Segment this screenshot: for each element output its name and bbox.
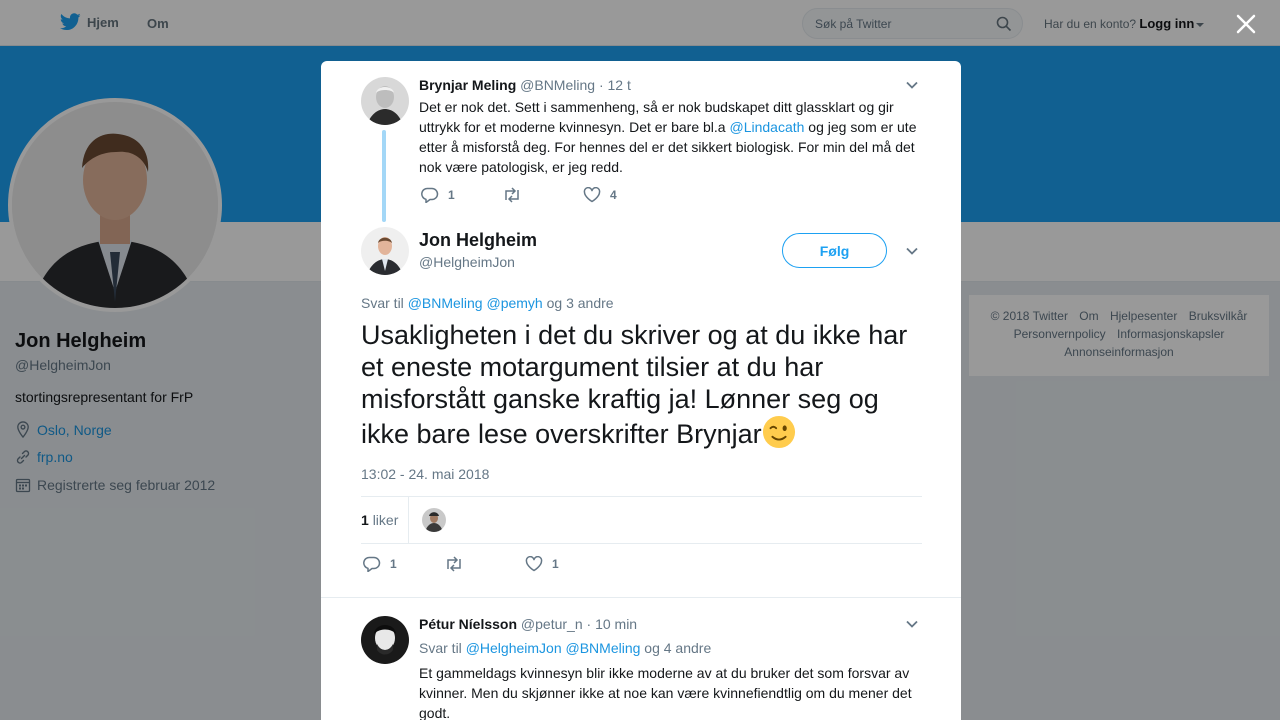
reply-context: Svar til @BNMeling @pemyh og 3 andre — [361, 295, 614, 311]
chevron-down-icon[interactable] — [905, 617, 919, 631]
mention-link[interactable]: @BNMeling — [566, 640, 641, 656]
reply-count: 1 — [448, 188, 455, 202]
reply-button[interactable]: 1 — [421, 187, 502, 203]
avatar[interactable] — [361, 77, 409, 125]
tweet-header: Brynjar Meling @BNMeling · 12 t — [419, 77, 631, 93]
heart-icon — [525, 556, 543, 572]
tweet-time[interactable]: · 10 min — [587, 616, 638, 632]
likes-number: 1 — [361, 512, 369, 528]
reply-icon — [363, 556, 381, 572]
tweet-timestamp[interactable]: 13:02 - 24. mai 2018 — [361, 466, 489, 482]
avatar-jon — [361, 227, 409, 275]
tweet-actions: 1 1 — [363, 556, 606, 572]
retweet-icon — [505, 187, 519, 203]
author-name[interactable]: Jon Helgheim — [419, 230, 537, 251]
chevron-down-icon[interactable] — [905, 244, 919, 258]
reply-prefix: Svar til — [361, 295, 404, 311]
divider — [321, 597, 961, 607]
like-count: 4 — [610, 188, 617, 202]
reply-icon — [421, 187, 439, 203]
tweet-modal: Brynjar Meling @BNMeling · 12 t Det er n… — [321, 61, 961, 720]
reply-context: Svar til @HelgheimJon @BNMeling og 4 and… — [419, 640, 711, 656]
retweet-icon — [447, 556, 461, 572]
tweet-text: Usakligheten i det du skriver og at du i… — [361, 319, 926, 450]
reply-suffix[interactable]: og 3 andre — [547, 295, 614, 311]
mention-link[interactable]: @pemyh — [486, 295, 542, 311]
tweet-text: Et gammeldags kvinnesyn blir ikke modern… — [419, 665, 912, 720]
thread-line — [382, 130, 386, 222]
like-button[interactable]: 4 — [583, 187, 664, 203]
author-handle[interactable]: @HelgheimJon — [419, 254, 515, 270]
follow-button[interactable]: Følg — [782, 233, 887, 268]
mention-link[interactable]: @HelgheimJon — [466, 640, 562, 656]
like-count: 1 — [552, 557, 559, 571]
mention-link[interactable]: @BNMeling — [408, 295, 483, 311]
author-name[interactable]: Pétur Níelsson — [419, 616, 517, 632]
wink-emoji-icon — [762, 415, 795, 449]
author-handle[interactable]: @petur_n — [521, 616, 583, 632]
tweet-text-body: Usakligheten i det du skriver og at du i… — [361, 320, 908, 449]
avatar[interactable] — [361, 616, 409, 664]
like-button[interactable]: 1 — [525, 556, 606, 572]
tweet-header: Pétur Níelsson @petur_n · 10 min — [419, 616, 637, 632]
author-name[interactable]: Brynjar Meling — [419, 77, 516, 93]
reply-suffix[interactable]: og 4 andre — [644, 640, 711, 656]
tweet-time[interactable]: · 12 t — [599, 77, 631, 93]
avatar[interactable] — [361, 227, 409, 275]
tweet-text: Det er nok det. Sett i sammenheng, så er… — [419, 97, 924, 177]
reply-button[interactable]: 1 — [363, 556, 444, 572]
close-icon[interactable] — [1234, 12, 1258, 36]
liker-avatar[interactable] — [422, 508, 446, 532]
reply-count: 1 — [390, 557, 397, 571]
retweet-button[interactable] — [502, 187, 583, 203]
author-handle[interactable]: @BNMeling — [520, 77, 595, 93]
chevron-down-icon[interactable] — [905, 78, 919, 92]
mention-link[interactable]: @Lindacath — [729, 119, 804, 135]
tweet-actions: 1 4 — [421, 187, 664, 203]
retweet-button[interactable] — [444, 556, 525, 572]
reply-prefix: Svar til — [419, 640, 462, 656]
liker-photo — [422, 508, 446, 532]
avatar-petur — [361, 616, 409, 664]
tweet-stats: 1 liker — [361, 496, 922, 544]
likes-stat[interactable]: 1 liker — [361, 512, 398, 528]
divider — [408, 497, 409, 543]
heart-icon — [583, 187, 601, 203]
likes-label: liker — [372, 512, 399, 528]
avatar-brynjar — [361, 77, 409, 125]
